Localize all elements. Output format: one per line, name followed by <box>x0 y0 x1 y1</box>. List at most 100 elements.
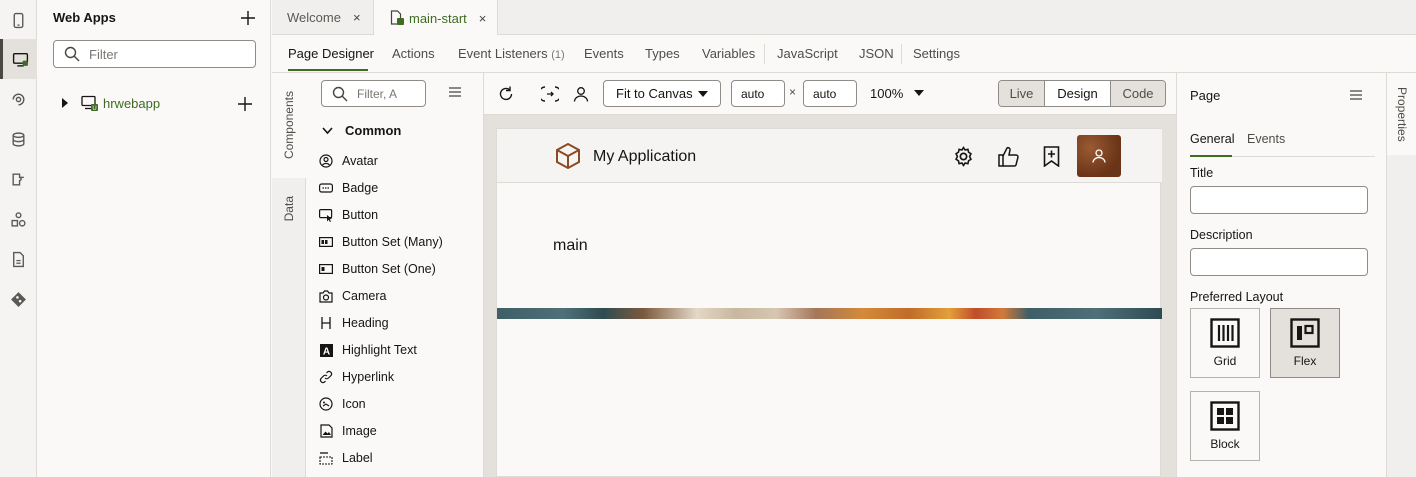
times-sign: × <box>789 85 797 99</box>
properties-title: Page <box>1190 88 1221 103</box>
user-icon[interactable] <box>571 84 591 104</box>
tab-label: Welcome <box>287 10 341 25</box>
title-field[interactable] <box>1190 186 1368 214</box>
palette-item-label: Image <box>342 424 377 438</box>
tab-properties[interactable]: Properties <box>1387 73 1416 155</box>
description-label: Description <box>1190 228 1253 242</box>
tab-data[interactable]: Data <box>272 179 306 239</box>
palette-item-button-set-many[interactable]: Button Set (Many) <box>318 232 443 252</box>
tab-welcome[interactable]: Welcome × <box>287 0 361 35</box>
app-header[interactable]: My Application <box>497 129 1162 183</box>
palette-filter-input[interactable] <box>357 85 423 103</box>
tab-general[interactable]: General <box>1190 132 1234 146</box>
add-web-app-button[interactable] <box>238 8 258 28</box>
refresh-icon[interactable] <box>496 84 516 104</box>
heading-icon <box>318 315 334 331</box>
caret-down-icon[interactable] <box>914 90 924 96</box>
mode-code[interactable]: Code <box>1111 81 1165 106</box>
user-avatar-icon <box>1092 149 1106 163</box>
tab-types[interactable]: Types <box>645 46 680 61</box>
avatar[interactable] <box>1077 135 1121 177</box>
badge-icon <box>318 180 334 196</box>
canvas-height-input[interactable]: auto <box>803 80 857 107</box>
explorer-filter-input[interactable] <box>89 45 249 63</box>
layouts-icon[interactable] <box>0 199 37 239</box>
bookmark-add-icon[interactable] <box>1043 146 1060 167</box>
tab-event-listeners[interactable]: Event Listeners (1) <box>458 46 565 61</box>
palette-item-highlight-text[interactable]: A Highlight Text <box>318 340 417 360</box>
variables-icon[interactable] <box>540 84 560 104</box>
close-icon[interactable]: × <box>353 10 361 25</box>
tab-settings[interactable]: Settings <box>913 46 960 61</box>
palette-item-badge[interactable]: Badge <box>318 178 378 198</box>
page-preview[interactable]: My Application main <box>496 128 1162 477</box>
palette-item-icon[interactable]: Icon <box>318 394 366 414</box>
services-icon[interactable] <box>0 79 37 119</box>
properties-panel: Page General Events Title Description Pr… <box>1176 73 1386 477</box>
thumbs-up-icon[interactable] <box>998 146 1020 167</box>
fit-to-canvas-select[interactable]: Fit to Canvas <box>603 80 721 107</box>
resources-icon[interactable] <box>0 239 37 279</box>
mode-design[interactable]: Design <box>1045 81 1111 106</box>
plus-icon[interactable] <box>238 97 252 111</box>
fit-select-value: Fit to Canvas <box>616 86 693 101</box>
palette-item-label[interactable]: Label <box>318 448 373 468</box>
mode-live[interactable]: Live <box>999 81 1045 106</box>
main-region-label: main <box>553 237 588 254</box>
palette-item-camera[interactable]: Camera <box>318 286 386 306</box>
tab-components[interactable]: Components <box>272 73 306 178</box>
zoom-level[interactable]: 100% <box>870 86 903 101</box>
layout-option-label: Flex <box>1293 354 1317 368</box>
hamburger-menu-icon[interactable] <box>448 85 462 99</box>
layout-option-grid[interactable]: Grid <box>1190 308 1260 378</box>
explorer-filter[interactable] <box>53 40 256 68</box>
tab-event-listeners-label: Event Listeners <box>458 46 548 61</box>
layout-option-flex[interactable]: Flex <box>1270 308 1340 378</box>
tab-main-start[interactable]: main-start × <box>373 0 498 36</box>
palette-item-button-set-one[interactable]: Button Set (One) <box>318 259 436 279</box>
chevron-down-icon <box>322 126 333 134</box>
layout-option-block[interactable]: Block <box>1190 391 1260 461</box>
mobile-apps-icon[interactable] <box>0 0 37 40</box>
title-label: Title <box>1190 166 1214 180</box>
tab-data-label: Data <box>282 196 296 222</box>
palette-filter[interactable] <box>321 80 426 107</box>
icon-component-icon <box>318 396 334 412</box>
canvas-width-input[interactable]: auto <box>731 80 785 107</box>
tab-javascript[interactable]: JavaScript <box>777 46 838 61</box>
tab-actions[interactable]: Actions <box>392 46 435 61</box>
close-icon[interactable]: × <box>479 11 487 26</box>
palette-item-label: Icon <box>342 397 366 411</box>
svg-text:A: A <box>322 346 329 357</box>
tree-item-label: hrwebapp <box>103 96 161 111</box>
highlight-text-icon: A <box>318 342 334 358</box>
active-tab-indicator <box>1190 155 1232 157</box>
palette-side-tabs: Components Data <box>272 73 306 477</box>
expand-caret-icon[interactable] <box>61 98 69 108</box>
hamburger-menu-icon[interactable] <box>1349 88 1363 102</box>
palette-item-image[interactable]: Image <box>318 421 377 441</box>
app-title: My Application <box>593 148 697 165</box>
palette-item-heading[interactable]: Heading <box>318 313 389 333</box>
palette-item-avatar[interactable]: Avatar <box>318 151 378 171</box>
description-field[interactable] <box>1190 248 1368 276</box>
git-icon[interactable] <box>0 279 37 319</box>
web-apps-icon[interactable] <box>0 39 37 79</box>
database-icon[interactable] <box>0 119 37 159</box>
components-icon[interactable] <box>0 159 37 199</box>
tab-json[interactable]: JSON <box>859 46 894 61</box>
image-icon <box>318 423 334 439</box>
tab-variables[interactable]: Variables <box>702 46 755 61</box>
event-listeners-count: (1) <box>551 49 565 61</box>
tab-events[interactable]: Events <box>1247 132 1285 146</box>
tree-item-hrwebapp[interactable]: U hrwebapp <box>53 93 263 115</box>
tab-events[interactable]: Events <box>584 46 624 61</box>
palette-item-label: Button <box>342 208 379 222</box>
palette-item-button[interactable]: Button <box>318 205 378 225</box>
palette-item-hyperlink[interactable]: Hyperlink <box>318 367 394 387</box>
caret-down-icon <box>698 91 708 97</box>
palette-item-label: Badge <box>342 181 379 195</box>
tab-page-designer[interactable]: Page Designer <box>288 46 374 61</box>
settings-gear-icon[interactable] <box>953 146 974 167</box>
section-common[interactable]: Common <box>322 123 401 138</box>
